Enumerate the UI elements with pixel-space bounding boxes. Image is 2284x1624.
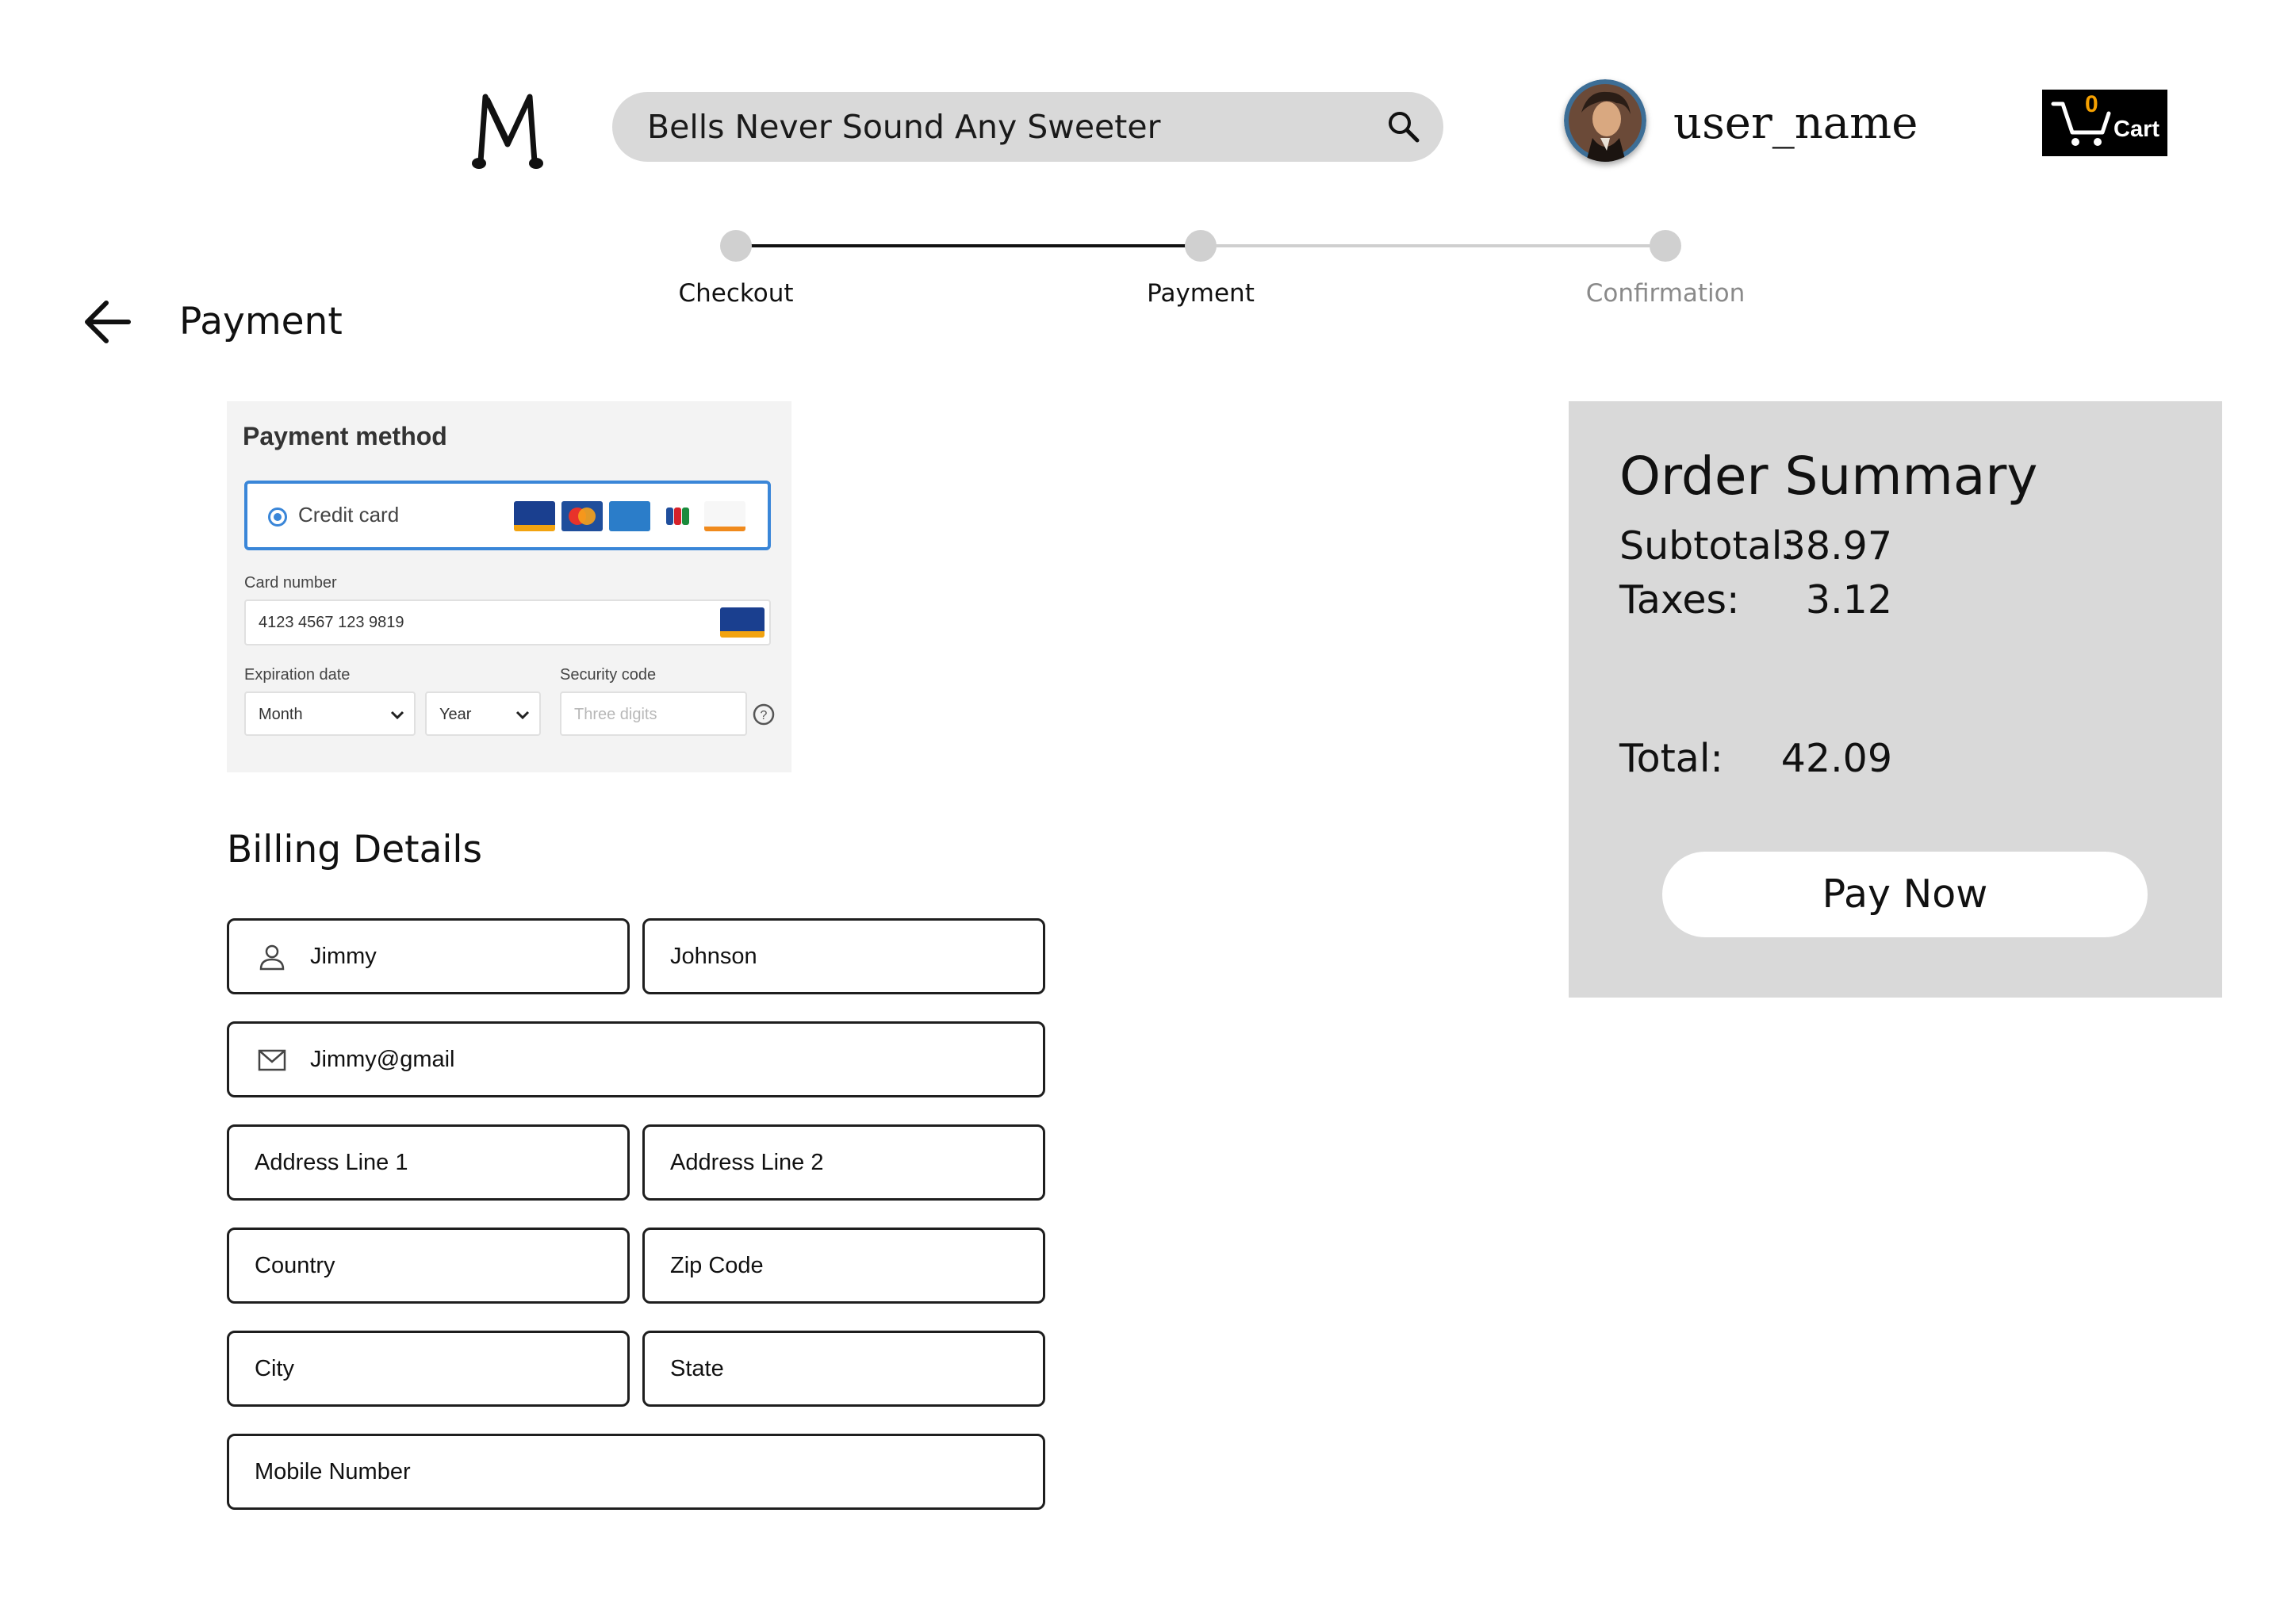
- card-number-value: 4123 4567 123 9819: [259, 614, 404, 631]
- zip-code-field[interactable]: Zip Code: [642, 1228, 1045, 1304]
- security-code-label: Security code: [560, 666, 657, 684]
- total-label: Total:: [1619, 736, 1723, 781]
- address-line-2-placeholder: Address Line 2: [670, 1150, 824, 1175]
- last-name-value: Johnson: [670, 944, 757, 969]
- credit-card-option[interactable]: Credit card: [244, 481, 771, 550]
- mail-icon: [258, 1049, 286, 1071]
- page-title: Payment: [179, 300, 343, 343]
- cart-button[interactable]: 0 Cart: [2042, 90, 2167, 156]
- pay-now-button[interactable]: Pay Now: [1662, 852, 2148, 937]
- state-placeholder: State: [670, 1356, 724, 1381]
- month-select[interactable]: Month: [244, 691, 416, 736]
- step-label-payment[interactable]: Payment: [1082, 279, 1320, 308]
- discover-icon: [704, 501, 745, 531]
- city-placeholder: City: [255, 1356, 294, 1381]
- credit-card-label: Credit card: [298, 503, 400, 527]
- country-field[interactable]: Country: [227, 1228, 630, 1304]
- search-input[interactable]: Bells Never Sound Any Sweeter: [647, 92, 1160, 162]
- cart-count-badge: 0: [2085, 91, 2098, 117]
- cart-label: Cart: [2113, 117, 2160, 142]
- payment-method-panel: Payment method Credit card Card number 4…: [227, 401, 791, 772]
- card-number-label: Card number: [244, 574, 337, 592]
- chevron-down-icon: [390, 710, 404, 720]
- back-arrow-icon[interactable]: [82, 298, 132, 346]
- last-name-field[interactable]: Johnson: [642, 918, 1045, 994]
- user-icon: [259, 944, 285, 971]
- progress-line-remaining: [1201, 244, 1665, 247]
- mastercard-icon: [561, 501, 603, 531]
- mobile-number-placeholder: Mobile Number: [255, 1459, 411, 1484]
- zip-code-placeholder: Zip Code: [670, 1253, 764, 1278]
- credit-card-radio[interactable]: [268, 508, 287, 527]
- visa-icon: [514, 501, 555, 531]
- mobile-number-field[interactable]: Mobile Number: [227, 1434, 1045, 1510]
- jcb-icon: [657, 501, 698, 531]
- billing-details-title: Billing Details: [227, 828, 482, 871]
- expiration-label: Expiration date: [244, 666, 351, 684]
- payment-method-title: Payment method: [243, 422, 447, 450]
- total-value: 42.09: [1780, 736, 1892, 781]
- country-placeholder: Country: [255, 1253, 335, 1278]
- username-label[interactable]: user_name: [1673, 94, 1918, 154]
- step-dot-checkout[interactable]: [720, 230, 752, 262]
- order-summary-title: Order Summary: [1619, 446, 2038, 507]
- order-summary-panel: Order Summary Subtotal: 38.97 Taxes: 3.1…: [1569, 401, 2222, 998]
- avatar[interactable]: [1564, 79, 1646, 162]
- month-value: Month: [259, 706, 303, 723]
- city-field[interactable]: City: [227, 1331, 630, 1407]
- subtotal-value: 38.97: [1780, 523, 1892, 569]
- year-value: Year: [439, 706, 472, 723]
- search-bar[interactable]: Bells Never Sound Any Sweeter: [612, 92, 1443, 162]
- security-code-placeholder: Three digits: [574, 706, 657, 723]
- chevron-down-icon: [515, 710, 530, 720]
- address-line-1-placeholder: Address Line 1: [255, 1150, 408, 1175]
- state-field[interactable]: State: [642, 1331, 1045, 1407]
- help-icon[interactable]: ?: [752, 703, 776, 726]
- card-number-field[interactable]: 4123 4567 123 9819: [244, 599, 771, 645]
- year-select[interactable]: Year: [425, 691, 541, 736]
- brand-logo[interactable]: [469, 89, 546, 173]
- first-name-value: Jimmy: [310, 944, 377, 969]
- step-label-checkout[interactable]: Checkout: [617, 279, 855, 308]
- step-dot-confirmation[interactable]: [1650, 230, 1681, 262]
- email-field[interactable]: Jimmy@gmail: [227, 1021, 1045, 1097]
- visa-icon: [720, 607, 765, 638]
- taxes-label: Taxes:: [1619, 577, 1740, 622]
- email-value: Jimmy@gmail: [310, 1047, 455, 1072]
- taxes-value: 3.12: [1805, 577, 1892, 622]
- address-line-1-field[interactable]: Address Line 1: [227, 1124, 630, 1201]
- step-dot-payment[interactable]: [1185, 230, 1217, 262]
- cart-icon: [2051, 102, 2111, 146]
- amex-icon: [609, 501, 650, 531]
- step-label-confirmation[interactable]: Confirmation: [1546, 279, 1784, 308]
- security-code-field[interactable]: Three digits: [560, 691, 747, 736]
- svg-text:?: ?: [761, 709, 768, 722]
- progress-line-completed: [736, 244, 1201, 247]
- search-icon[interactable]: [1386, 109, 1421, 144]
- address-line-2-field[interactable]: Address Line 2: [642, 1124, 1045, 1201]
- first-name-field[interactable]: Jimmy: [227, 918, 630, 994]
